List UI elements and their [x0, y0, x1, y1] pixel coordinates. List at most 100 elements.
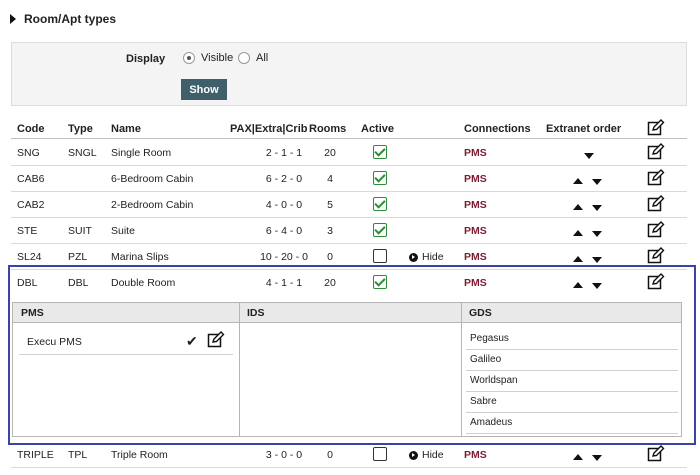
gds-item[interactable]: Pegasus: [466, 329, 678, 350]
arrow-up-icon[interactable]: [573, 230, 583, 236]
active-checkbox[interactable]: [373, 197, 387, 214]
cell-rooms: 3: [327, 225, 333, 237]
arrow-down-icon[interactable]: [592, 179, 602, 185]
table-row[interactable]: SNG SNGL Single Room 2 - 1 - 1 20 PMS: [11, 140, 687, 166]
table-row[interactable]: STE SUIT Suite 6 - 4 - 0 3 PMS: [11, 218, 687, 244]
cell-type: PZL: [68, 251, 88, 263]
cell-rooms: 4: [327, 173, 333, 185]
arrow-down-icon[interactable]: [592, 257, 602, 263]
connection-link[interactable]: PMS: [464, 251, 487, 263]
arrow-up-icon[interactable]: [573, 454, 583, 460]
active-checkbox[interactable]: [373, 447, 387, 464]
radio-all-icon[interactable]: [238, 52, 250, 64]
move-up-button[interactable]: [573, 201, 583, 213]
move-up-button[interactable]: [573, 227, 583, 239]
header-name[interactable]: Name: [111, 123, 141, 135]
gds-item[interactable]: Worldspan: [466, 371, 678, 392]
checkbox-icon[interactable]: [373, 447, 387, 461]
pms-item-label: Execu PMS: [27, 336, 82, 348]
gds-item[interactable]: Sabre: [466, 392, 678, 413]
show-button[interactable]: Show: [181, 79, 227, 100]
checkbox-icon[interactable]: [373, 197, 387, 211]
detail-divider: [461, 303, 462, 436]
active-checkbox[interactable]: [373, 249, 387, 266]
hide-button[interactable]: Hide: [409, 251, 444, 263]
cell-rooms: 5: [327, 199, 333, 211]
header-pax[interactable]: PAX|Extra|Crib: [230, 123, 307, 135]
cell-code: SNG: [17, 147, 40, 159]
move-down-button[interactable]: [584, 150, 594, 162]
hide-button[interactable]: Hide: [409, 449, 444, 461]
edit-icon[interactable]: [647, 221, 665, 239]
cell-type: TPL: [68, 449, 88, 461]
move-up-button[interactable]: [573, 253, 583, 265]
radio-visible[interactable]: Visible: [183, 52, 233, 64]
table-row[interactable]: TRIPLE TPL Triple Room 3 - 0 - 0 0 Hide PMS: [11, 442, 687, 468]
section-header[interactable]: Room/Apt types: [10, 11, 116, 27]
active-checkbox[interactable]: [373, 223, 387, 240]
edit-icon[interactable]: [647, 445, 665, 463]
arrow-down-icon[interactable]: [584, 153, 594, 159]
arrow-down-icon[interactable]: [592, 455, 602, 461]
arrow-up-icon[interactable]: [573, 256, 583, 262]
move-up-button[interactable]: [573, 451, 583, 463]
edit-icon[interactable]: [207, 331, 225, 349]
cell-pax: 6 - 4 - 0: [265, 225, 303, 237]
checkbox-icon[interactable]: [373, 223, 387, 237]
radio-all-label: All: [256, 52, 269, 64]
pms-item[interactable]: Execu PMS ✔: [19, 331, 233, 355]
connection-link[interactable]: PMS: [464, 173, 487, 185]
connection-link[interactable]: PMS: [464, 199, 487, 211]
hide-icon: [409, 450, 418, 460]
connection-link[interactable]: PMS: [464, 147, 487, 159]
edit-icon[interactable]: [647, 195, 665, 213]
active-checkbox[interactable]: [373, 145, 387, 162]
header-code[interactable]: Code: [17, 123, 45, 135]
display-label: Display: [126, 53, 166, 65]
active-checkbox[interactable]: [373, 171, 387, 188]
checkbox-icon[interactable]: [373, 145, 387, 159]
table-row[interactable]: CAB6 6-Bedroom Cabin 6 - 2 - 0 4 PMS: [11, 166, 687, 192]
cell-name: Triple Room: [111, 449, 168, 461]
cell-pax: 3 - 0 - 0: [265, 449, 303, 461]
header-active[interactable]: Active: [361, 123, 394, 135]
arrow-up-icon[interactable]: [573, 178, 583, 184]
move-down-button[interactable]: [592, 228, 602, 240]
expand-caret-icon[interactable]: [10, 14, 16, 24]
radio-visible-label: Visible: [201, 52, 234, 64]
gds-item[interactable]: Galileo: [466, 350, 678, 371]
arrow-down-icon[interactable]: [592, 231, 602, 237]
move-down-button[interactable]: [592, 176, 602, 188]
arrow-up-icon[interactable]: [573, 204, 583, 210]
header-edit-icon[interactable]: [647, 119, 665, 137]
section-title: Room/Apt types: [24, 12, 117, 26]
edit-icon[interactable]: [647, 247, 665, 265]
connection-link[interactable]: PMS: [464, 449, 487, 461]
cell-pax: 2 - 1 - 1: [265, 147, 303, 159]
table-row[interactable]: CAB2 2-Bedroom Cabin 4 - 0 - 0 5 PMS: [11, 192, 687, 218]
move-down-button[interactable]: [592, 452, 602, 464]
checkbox-icon[interactable]: [373, 171, 387, 185]
cell-name: Single Room: [111, 147, 172, 159]
radio-visible-icon[interactable]: [183, 52, 195, 64]
cell-name: Marina Slips: [111, 251, 169, 263]
header-extranet-order[interactable]: Extranet order: [546, 123, 621, 135]
arrow-down-icon[interactable]: [592, 205, 602, 211]
header-rooms[interactable]: Rooms: [309, 123, 346, 135]
cell-name: Suite: [111, 225, 135, 237]
radio-all[interactable]: All: [238, 52, 268, 64]
edit-icon[interactable]: [647, 143, 665, 161]
header-connections[interactable]: Connections: [464, 123, 531, 135]
move-down-button[interactable]: [592, 202, 602, 214]
checkbox-icon[interactable]: [373, 249, 387, 263]
detail-header-gds: GDS: [461, 303, 681, 323]
cell-code: STE: [17, 225, 38, 237]
header-type[interactable]: Type: [68, 123, 93, 135]
edit-icon[interactable]: [647, 169, 665, 187]
move-up-button[interactable]: [573, 175, 583, 187]
gds-item[interactable]: Amadeus: [466, 413, 678, 434]
cell-rooms: 20: [324, 147, 336, 159]
connection-link[interactable]: PMS: [464, 225, 487, 237]
cell-code: TRIPLE: [17, 449, 54, 461]
cell-code: SL24: [17, 251, 42, 263]
